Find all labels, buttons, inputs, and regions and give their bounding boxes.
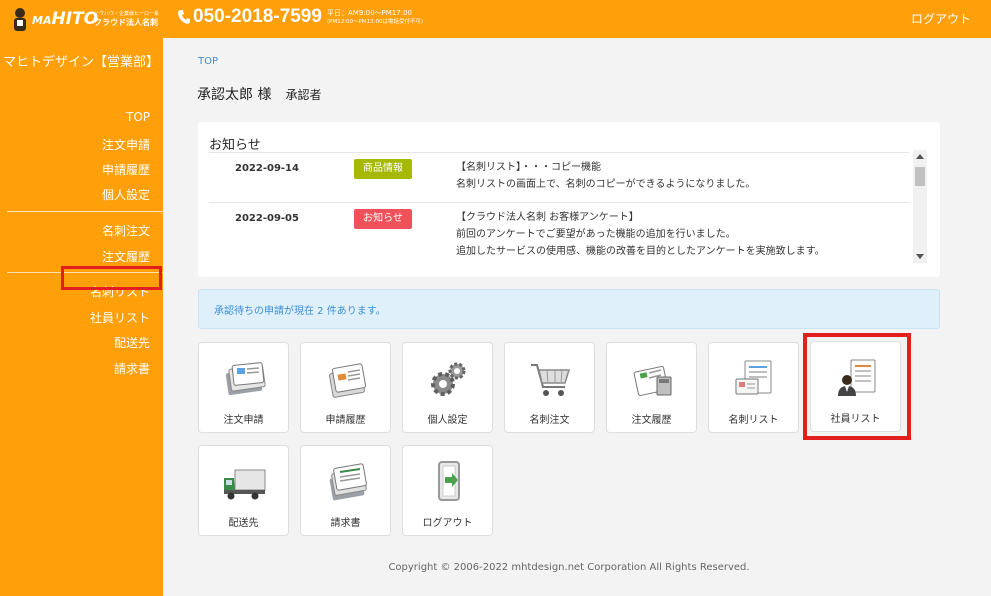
sidebar-item-invoice[interactable]: 請求書 [114, 360, 150, 377]
notice-badge: お知らせ [354, 209, 412, 229]
gears-icon [431, 362, 466, 396]
tile-label: 注文履歴 [631, 415, 672, 426]
scroll-down-icon[interactable] [916, 254, 924, 259]
tile-personal-settings[interactable]: 個人設定 [402, 342, 493, 433]
logout-door-icon [438, 461, 460, 501]
user-info: 承認太郎 様 承認者 [197, 84, 321, 104]
order-request-icon [225, 362, 266, 396]
phone-icon [178, 10, 190, 24]
cart-icon [531, 364, 571, 396]
truck-icon [224, 469, 266, 500]
tile-invoice[interactable]: 請求書 [300, 445, 391, 536]
sidebar-highlight-box [61, 266, 162, 290]
notice-text: 【クラウド法人名刺 お客様アンケート】 前回のアンケートでご要望があった機能の追… [456, 209, 825, 260]
notice-line: 【クラウド法人名刺 お客様アンケート】 [456, 212, 639, 223]
site-logo[interactable]: MAHITO ノウハウ・企業様ヒーロー系 クラウド法人名刺 [10, 6, 160, 32]
notice-line: 【名刺リスト】・・・コピー機能 [456, 162, 601, 173]
pending-approval-alert: 承認待ちの申請が現在 2 件あります。 [198, 289, 940, 329]
sidebar-item-card-order[interactable]: 名刺注文 [102, 222, 150, 239]
notice-date: 2022-09-14 [235, 163, 299, 174]
notice-row: 2022-09-05 お知らせ 【クラウド法人名刺 お客様アンケート】 前回のア… [209, 204, 909, 277]
header-logout-link[interactable]: ログアウト [911, 10, 971, 27]
notice-badge: 商品情報 [354, 159, 412, 179]
sidebar-item-order-request[interactable]: 注文申請 [102, 136, 150, 153]
tile-highlight-box [803, 333, 911, 440]
tile-delivery[interactable]: 配送先 [198, 445, 289, 536]
sidebar: マヒトデザイン【営業部】 TOP 注文申請 申請履歴 個人設定 名刺注文 注文履… [0, 38, 163, 596]
scroll-thumb[interactable] [915, 167, 925, 186]
tile-label: 申請履歴 [325, 415, 366, 426]
sidebar-item-top[interactable]: TOP [126, 110, 150, 124]
logo-tagline: クラウド法人名刺 [94, 18, 158, 27]
tile-order-history[interactable]: 注文履歴 [606, 342, 697, 433]
tile-card-list[interactable]: 名刺リスト [708, 342, 799, 433]
notice-title: お知らせ [209, 138, 261, 153]
user-name: 承認太郎 様 [197, 87, 272, 103]
company-name: マヒトデザイン【営業部】 [3, 55, 160, 70]
tile-request-history[interactable]: 申請履歴 [300, 342, 391, 433]
tile-label: ログアウト [422, 518, 473, 529]
hours-line1: 平日：AM9:00～PM17:00 [327, 9, 412, 17]
sidebar-divider [7, 211, 163, 212]
notice-line: 追加したサービスの使用感、機能の改善を目的としたアンケートを実施致します。 [456, 246, 825, 257]
order-history-icon [633, 366, 672, 396]
logo-brand: MAHITO [32, 9, 99, 29]
card-list-icon [735, 360, 772, 395]
breadcrumb[interactable]: TOP [198, 56, 218, 67]
sidebar-item-delivery[interactable]: 配送先 [114, 334, 150, 351]
top-header: MAHITO ノウハウ・企業様ヒーロー系 クラウド法人名刺 050-2018-7… [0, 0, 991, 38]
tile-order-request[interactable]: 注文申請 [198, 342, 289, 433]
scroll-up-icon[interactable] [916, 154, 924, 159]
notice-line: 名刺リストの画面上で、名刺のコピーができるようになりました。 [456, 179, 756, 190]
notice-panel: お知らせ 2022-09-14 商品情報 【名刺リスト】・・・コピー機能 名刺リ… [198, 122, 940, 277]
tile-label: 請求書 [330, 518, 361, 529]
hours-line2: (PM12:00～PM13:00は電話受付不可) [327, 19, 424, 25]
notice-scrollbar[interactable] [913, 150, 927, 263]
user-role: 承認者 [285, 88, 322, 102]
sidebar-item-employee-list[interactable]: 社員リスト [90, 309, 150, 326]
sidebar-item-request-history[interactable]: 申請履歴 [102, 161, 150, 178]
phone-number: 050-2018-7599 [177, 6, 322, 28]
sidebar-item-order-history[interactable]: 注文履歴 [102, 248, 150, 265]
notice-line: 前回のアンケートでご要望があった機能の追加を行いました。 [456, 229, 736, 240]
notice-date: 2022-09-05 [235, 213, 299, 224]
tile-label: 注文申請 [223, 415, 264, 426]
notice-text: 【名刺リスト】・・・コピー機能 名刺リストの画面上で、名刺のコピーができるように… [456, 159, 755, 193]
tile-label: 配送先 [228, 518, 259, 529]
request-history-icon [328, 363, 367, 398]
sidebar-item-personal-settings[interactable]: 個人設定 [102, 186, 150, 203]
tile-label: 名刺注文 [529, 415, 570, 426]
notice-row: 2022-09-14 商品情報 【名刺リスト】・・・コピー機能 名刺リストの画面… [209, 153, 909, 203]
tile-label: 名刺リスト [728, 415, 779, 426]
tile-card-order[interactable]: 名刺注文 [504, 342, 595, 433]
logo-tagline-small: ノウハウ・企業様ヒーロー系 [94, 11, 160, 17]
invoice-icon [329, 463, 367, 501]
mascot-icon [14, 8, 26, 31]
copyright: Copyright © 2006-2022 mhtdesign.net Corp… [388, 562, 750, 573]
business-hours: 平日：AM9:00～PM17:00 (PM12:00～PM13:00は電話受付不… [327, 9, 423, 27]
tile-logout[interactable]: ログアウト [402, 445, 493, 536]
pending-message: 承認待ちの申請が現在 2 件あります。 [214, 306, 386, 317]
tile-label: 個人設定 [427, 415, 468, 426]
notice-list[interactable]: 2022-09-14 商品情報 【名刺リスト】・・・コピー機能 名刺リストの画面… [209, 152, 909, 277]
